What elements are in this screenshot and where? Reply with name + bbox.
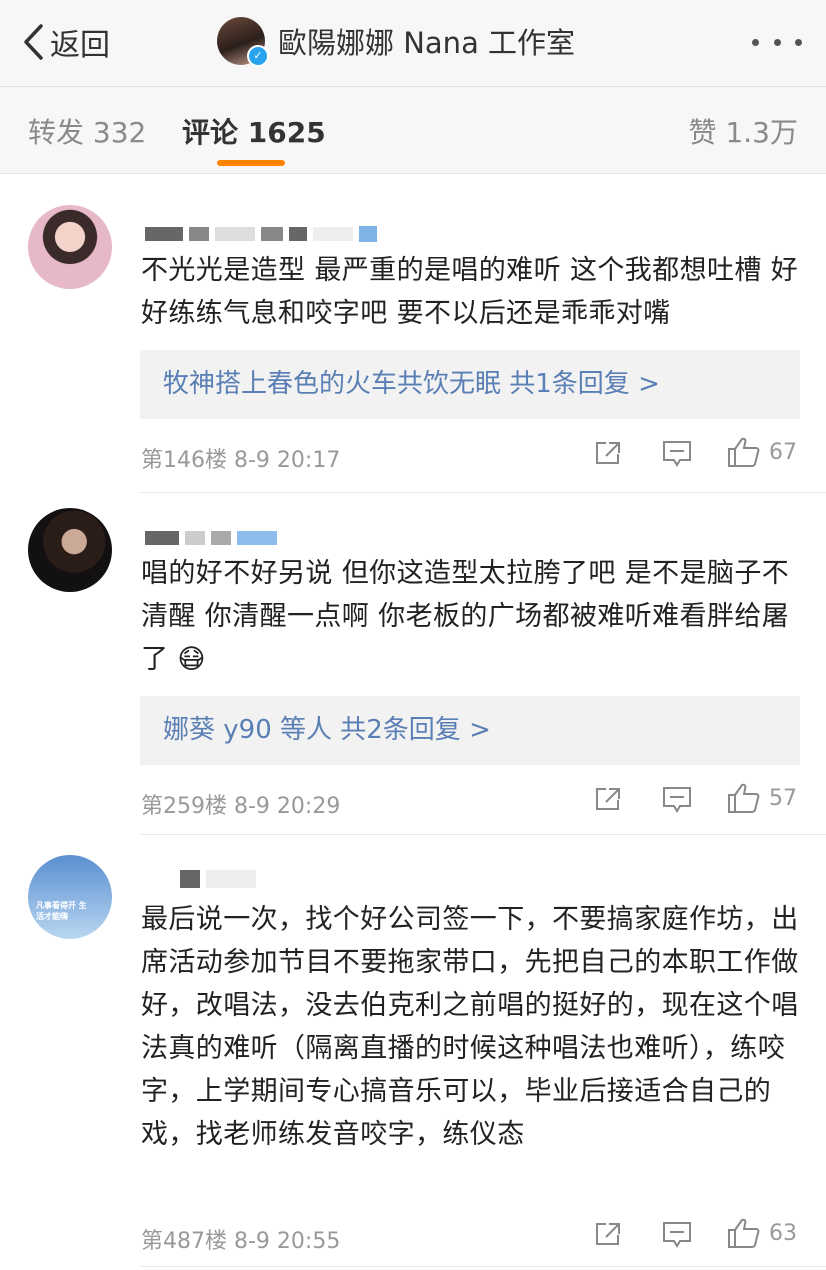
active-tab-indicator [217,160,285,166]
comment-icon [663,787,691,813]
more-button[interactable] [752,30,802,54]
more-dot-icon [752,38,759,46]
comment-text: 唱的好不好另说 但你这造型太拉胯了吧 是不是脑子不清醒 你清醒一点啊 你老板的广… [141,552,805,681]
back-label: 返回 [50,28,110,63]
share-icon [596,442,620,464]
divider [140,1266,826,1267]
top-bar: 返回 ✓ 歐陽娜娜 Nana 工作室 [0,0,826,87]
share-icon [596,1223,620,1245]
comment-meta: 第259楼 8-9 20:29 [141,794,341,819]
comment-text: 最后说一次，找个好公司签一下，不要搞家庭作坊，出席活动参加节目不要拖家带口，先把… [141,904,799,1150]
comment-item: 不光光是造型 最严重的是唱的难听 这个我都想吐槽 好好练练气息和咬字吧 要不以后… [0,174,826,494]
comment-item: 凡事看得开 生活才能嗨 最后说一次，找个好公司签一下，不要搞家庭作坊，出席活动参… [0,835,826,1270]
tab-repost[interactable]: 转发 332 [28,111,146,151]
comment-icon [663,441,691,467]
comment-button[interactable] [662,440,692,468]
like-button[interactable]: 67 [727,436,797,468]
like-count: 67 [769,439,797,465]
comment-meta: 第487楼 8-9 20:55 [141,1229,341,1254]
thumbs-up-icon [728,783,760,813]
like-button[interactable]: 57 [727,782,797,814]
back-button[interactable]: 返回 [22,20,110,64]
comment-button[interactable] [662,786,692,814]
avatar[interactable]: ✓ [217,17,269,67]
tab-likes[interactable]: 赞 1.3万 [689,111,798,151]
comment-text: 不光光是造型 最严重的是唱的难听 这个我都想吐槽 好好练练气息和咬字吧 要不以后… [141,255,799,329]
like-count: 57 [769,785,797,811]
comment-body: 唱的好不好另说 但你这造型太拉胯了吧 是不是脑子不清醒 你清醒一点啊 你老板的广… [141,558,790,675]
page-title-group: ✓ 歐陽娜娜 Nana 工作室 [217,17,576,67]
chevron-left-icon [24,24,43,60]
avatar[interactable]: 凡事看得开 生活才能嗨 [28,855,112,939]
avatar[interactable] [28,205,112,289]
more-dot-icon [773,38,781,46]
username-blurred[interactable] [145,221,377,247]
reply-summary-link[interactable]: 牧神搭上春色的火车共饮无眠 共1条回复 > [140,350,800,419]
share-icon [596,788,620,810]
tab-comments[interactable]: 评论 1625 [182,111,326,151]
comment-icon [663,1222,691,1248]
verified-icon: ✓ [247,45,269,67]
comment-meta: 第146楼 8-9 20:17 [141,448,341,473]
username-blurred[interactable] [180,866,256,892]
avatar[interactable] [28,508,112,592]
share-button[interactable] [594,1221,622,1247]
comment-item: 唱的好不好另说 但你这造型太拉胯了吧 是不是脑子不清醒 你清醒一点啊 你老板的广… [0,493,826,835]
tab-bar: 转发 332 评论 1625 赞 1.3万 [0,87,826,174]
thumbs-up-icon [728,437,760,467]
reply-summary-link[interactable]: 娜葵 y90 等人 共2条回复 > [140,696,800,765]
page-title: 歐陽娜娜 Nana 工作室 [278,26,576,60]
thumbs-up-icon [728,1218,760,1248]
more-dot-icon [795,38,802,46]
like-count: 63 [769,1220,797,1246]
comment-button[interactable] [662,1221,692,1249]
share-button[interactable] [594,440,622,466]
share-button[interactable] [594,786,622,812]
username-blurred[interactable] [145,525,277,551]
avatar-caption: 凡事看得开 生活才能嗨 [36,901,87,921]
emoji-sick-icon: 😷 [177,644,206,675]
like-button[interactable]: 63 [727,1217,797,1249]
